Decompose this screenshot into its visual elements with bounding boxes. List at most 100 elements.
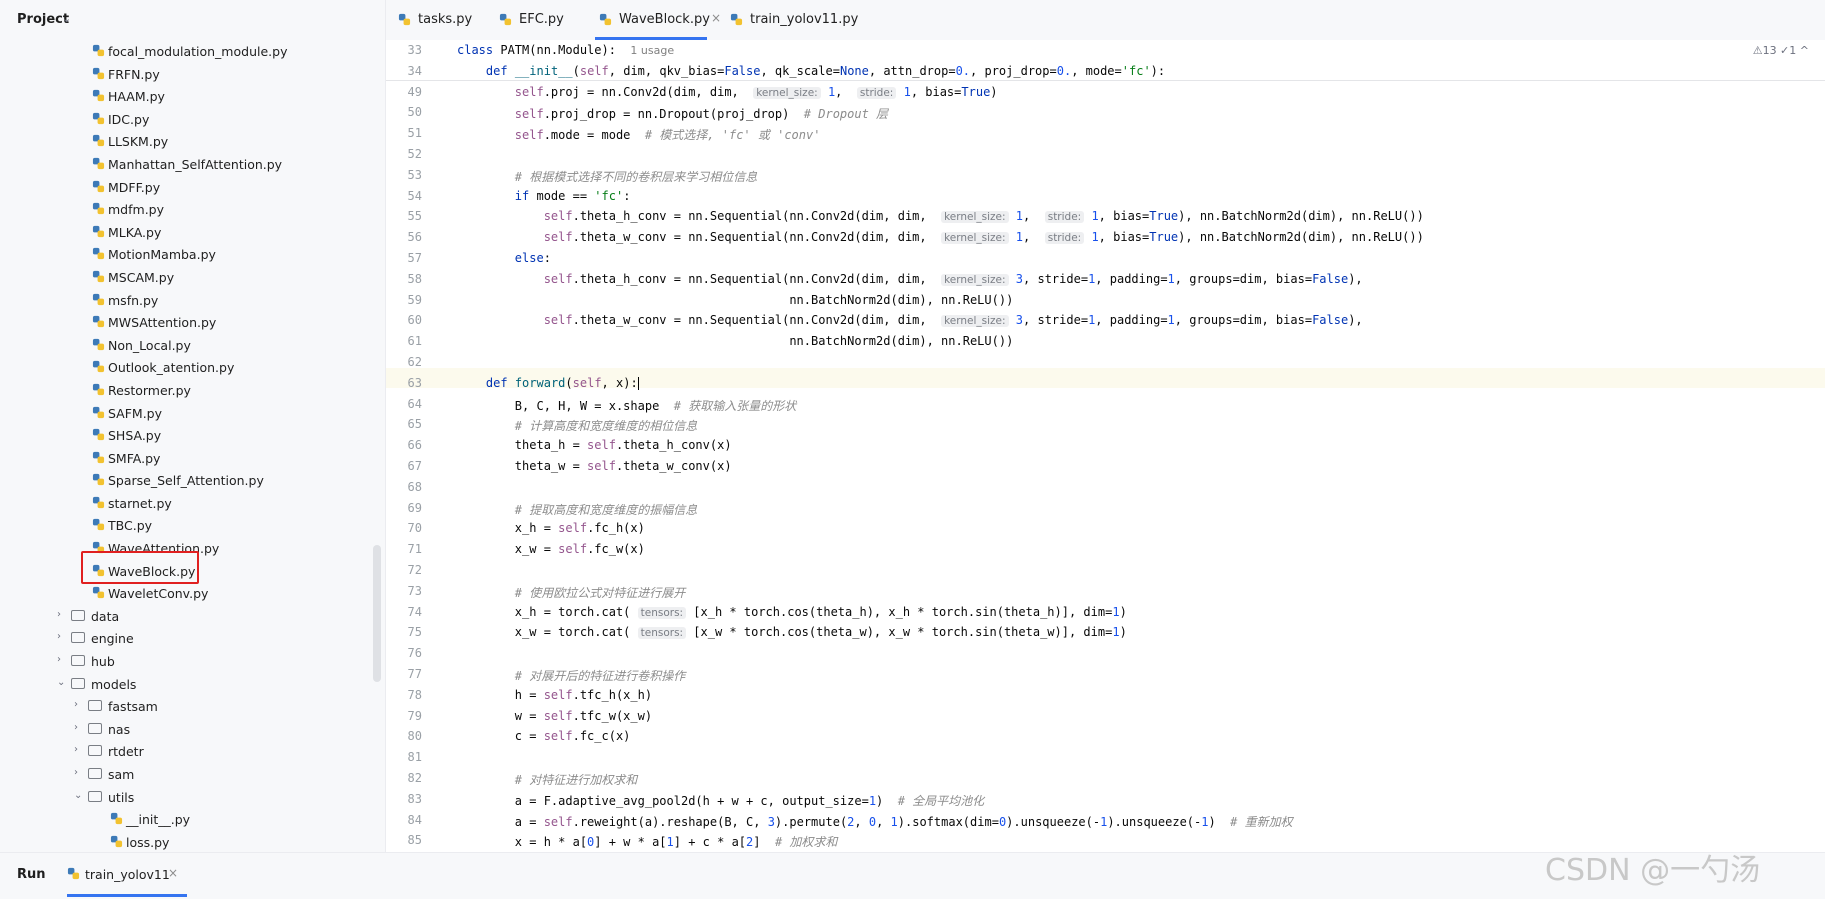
chevron-right-icon[interactable]: › xyxy=(74,699,84,710)
tree-file[interactable]: IDC.py xyxy=(0,108,370,131)
tab-waveblock[interactable]: WaveBlock.py × xyxy=(595,0,721,40)
chevron-down-icon[interactable]: ⌄ xyxy=(74,790,84,801)
tree-folder[interactable]: › data xyxy=(0,605,370,628)
code-line[interactable]: 62 xyxy=(386,352,1825,373)
chevron-right-icon[interactable]: › xyxy=(57,654,67,665)
code-text[interactable]: w = self.tfc_w(x_w) xyxy=(457,709,652,723)
code-editor[interactable]: 33 class PATM(nn.Module): 1 usage 34 def _… xyxy=(386,40,1825,852)
code-text[interactable]: theta_w = self.theta_w_conv(x) xyxy=(457,459,732,473)
code-line[interactable]: 72 xyxy=(386,560,1825,581)
tree-file[interactable]: MotionMamba.py xyxy=(0,243,370,266)
chevron-down-icon[interactable]: ⌄ xyxy=(62,12,71,25)
code-line[interactable]: 56 self.theta_w_conv = nn.Sequential(nn.… xyxy=(386,227,1825,248)
code-line[interactable]: 51 self.mode = mode # 模式选择, 'fc' 或 'conv… xyxy=(386,123,1825,144)
chevron-right-icon[interactable]: › xyxy=(74,767,84,778)
chevron-right-icon[interactable]: › xyxy=(74,744,84,755)
code-text[interactable]: x_h = self.fc_h(x) xyxy=(457,521,645,535)
code-line[interactable]: 60 self.theta_w_conv = nn.Sequential(nn.… xyxy=(386,310,1825,331)
tree-file[interactable]: Outlook_atention.py xyxy=(0,356,370,379)
chevron-right-icon[interactable]: › xyxy=(57,631,67,642)
code-text[interactable]: def forward(self, x): xyxy=(457,376,639,390)
tree-file[interactable]: msfn.py xyxy=(0,289,370,312)
tree-file[interactable]: Non_Local.py xyxy=(0,334,370,357)
tree-file[interactable]: SHSA.py xyxy=(0,424,370,447)
code-text[interactable]: c = self.fc_c(x) xyxy=(457,729,631,743)
code-text[interactable]: if mode == 'fc': xyxy=(457,189,631,203)
code-text[interactable]: self.proj_drop = nn.Dropout(proj_drop) #… xyxy=(457,105,888,122)
tree-file[interactable]: starnet.py xyxy=(0,492,370,515)
tree-file[interactable]: SAFM.py xyxy=(0,402,370,425)
tree-folder[interactable]: › sam xyxy=(0,763,370,786)
code-line[interactable]: 49 self.proj = nn.Conv2d(dim, dim, kerne… xyxy=(386,82,1825,103)
tree-file[interactable]: LLSKM.py xyxy=(0,130,370,153)
code-line[interactable]: 75 x_w = torch.cat( tensors: [x_w * torc… xyxy=(386,622,1825,643)
code-line[interactable]: 77 # 对展开后的特征进行卷积操作 xyxy=(386,664,1825,685)
code-text[interactable]: x_h = torch.cat( tensors: [x_h * torch.c… xyxy=(457,605,1127,619)
tree-folder[interactable]: ⌄ utils xyxy=(0,786,370,809)
code-text[interactable]: else: xyxy=(457,251,551,265)
code-line[interactable]: 66 theta_h = self.theta_h_conv(x) xyxy=(386,435,1825,456)
code-text[interactable]: x_w = torch.cat( tensors: [x_w * torch.c… xyxy=(457,625,1127,640)
code-line[interactable]: 65 # 计算高度和宽度维度的相位信息 xyxy=(386,414,1825,435)
inspection-widget[interactable]: ⚠13 ✓1 ^ xyxy=(1753,44,1809,57)
tree-file[interactable]: Sparse_Self_Attention.py xyxy=(0,469,370,492)
code-text[interactable]: self.theta_h_conv = nn.Sequential(nn.Con… xyxy=(457,209,1424,224)
code-line[interactable]: 33 class PATM(nn.Module): 1 usage xyxy=(386,40,1825,61)
tree-scrollbar[interactable] xyxy=(373,545,381,682)
code-line[interactable]: 68 xyxy=(386,477,1825,498)
code-line[interactable]: 64 B, C, H, W = x.shape # 获取输入张量的形状 xyxy=(386,394,1825,415)
code-line[interactable]: 71 x_w = self.fc_w(x) xyxy=(386,539,1825,560)
tree-folder[interactable]: ⌄ models xyxy=(0,673,370,696)
tree-file[interactable]: Manhattan_SelfAttention.py xyxy=(0,153,370,176)
code-line[interactable]: 54 if mode == 'fc': xyxy=(386,186,1825,207)
code-text[interactable]: B, C, H, W = x.shape # 获取输入张量的形状 xyxy=(457,397,796,414)
close-icon[interactable]: × xyxy=(711,11,721,25)
code-text[interactable]: # 计算高度和宽度维度的相位信息 xyxy=(457,417,697,434)
code-line[interactable]: 70 x_h = self.fc_h(x) xyxy=(386,518,1825,539)
code-line[interactable]: 81 xyxy=(386,747,1825,768)
chevron-right-icon[interactable]: › xyxy=(74,722,84,733)
code-text[interactable]: def __init__(self, dim, qkv_bias=False, … xyxy=(457,64,1165,78)
code-text[interactable]: theta_h = self.theta_h_conv(x) xyxy=(457,438,732,452)
code-line[interactable]: 82 # 对特征进行加权求和 xyxy=(386,768,1825,789)
tree-file[interactable]: MSCAM.py xyxy=(0,266,370,289)
code-text[interactable]: self.theta_w_conv = nn.Sequential(nn.Con… xyxy=(457,230,1424,245)
code-text[interactable]: nn.BatchNorm2d(dim), nn.ReLU()) xyxy=(457,334,1013,348)
tab-train-yolov11[interactable]: train_yolov11.py xyxy=(730,0,858,40)
tree-file[interactable]: SMFA.py xyxy=(0,447,370,470)
code-line[interactable]: 52 xyxy=(386,144,1825,165)
tree-file[interactable]: __init__.py xyxy=(0,808,370,831)
code-text[interactable]: a = self.reweight(a).reshape(B, C, 3).pe… xyxy=(457,813,1293,830)
chevron-right-icon[interactable]: › xyxy=(57,609,67,620)
code-line[interactable]: 73 # 使用欧拉公式对特征进行展开 xyxy=(386,581,1825,602)
tree-file[interactable]: HAAM.py xyxy=(0,85,370,108)
code-line[interactable]: 67 theta_w = self.theta_w_conv(x) xyxy=(386,456,1825,477)
code-line[interactable]: 63 def forward(self, x): xyxy=(386,373,1825,394)
tree-folder[interactable]: › engine xyxy=(0,627,370,650)
code-text[interactable]: h = self.tfc_h(x_h) xyxy=(457,688,652,702)
code-text[interactable]: nn.BatchNorm2d(dim), nn.ReLU()) xyxy=(457,293,1013,307)
code-line[interactable]: 34 def __init__(self, dim, qkv_bias=Fals… xyxy=(386,61,1825,82)
code-text[interactable]: class PATM(nn.Module): 1 usage xyxy=(457,43,674,57)
run-label[interactable]: Run xyxy=(17,867,46,882)
chevron-down-icon[interactable]: ⌄ xyxy=(57,677,67,688)
close-icon[interactable]: × xyxy=(168,866,178,880)
tree-folder[interactable]: › nas xyxy=(0,718,370,741)
tree-file[interactable]: focal_modulation_module.py xyxy=(0,40,370,63)
code-line[interactable]: 76 xyxy=(386,643,1825,664)
tree-file[interactable]: loss.py xyxy=(0,831,370,854)
code-text[interactable]: self.theta_h_conv = nn.Sequential(nn.Con… xyxy=(457,272,1363,286)
tree-file[interactable]: MDFF.py xyxy=(0,176,370,199)
code-line[interactable]: 79 w = self.tfc_w(x_w) xyxy=(386,706,1825,727)
code-line[interactable]: 55 self.theta_h_conv = nn.Sequential(nn.… xyxy=(386,206,1825,227)
tree-file[interactable]: WaveletConv.py xyxy=(0,582,370,605)
code-text[interactable]: x = h * a[0] + w * a[1] + c * a[2] # 加权求… xyxy=(457,833,838,850)
tree-folder[interactable]: › rtdetr xyxy=(0,740,370,763)
code-text[interactable]: # 使用欧拉公式对特征进行展开 xyxy=(457,584,685,601)
code-line[interactable]: 59 nn.BatchNorm2d(dim), nn.ReLU()) xyxy=(386,290,1825,311)
code-line[interactable]: 83 a = F.adaptive_avg_pool2d(h + w + c, … xyxy=(386,789,1825,810)
tree-file[interactable]: TBC.py xyxy=(0,514,370,537)
tree-file[interactable]: MLKA.py xyxy=(0,221,370,244)
code-line[interactable]: 53 # 根据模式选择不同的卷积层来学习相位信息 xyxy=(386,165,1825,186)
code-line[interactable]: 80 c = self.fc_c(x) xyxy=(386,726,1825,747)
